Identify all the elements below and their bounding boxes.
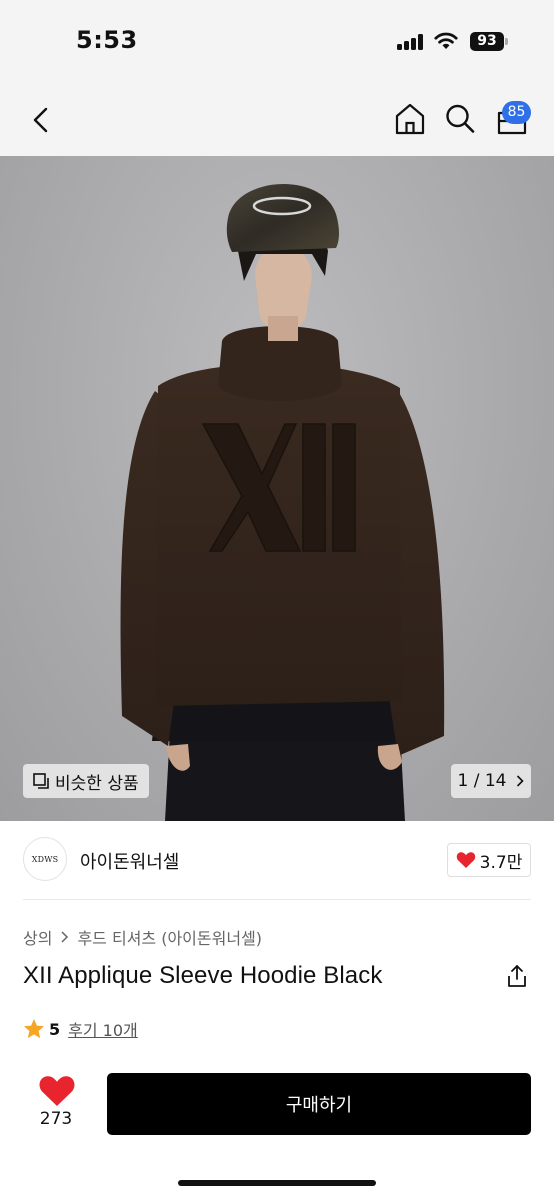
heart-icon	[456, 852, 475, 868]
star-icon	[24, 1019, 44, 1039]
rating: 5 후기 10개	[23, 1017, 138, 1041]
share-icon[interactable]	[506, 964, 528, 988]
back-icon[interactable]	[26, 104, 56, 136]
shop-name[interactable]: 아이돈워너셀	[80, 848, 179, 874]
shop-row[interactable]: XDWS 아이돈워너셀 3.7만	[0, 821, 554, 901]
breadcrumb-subcategory[interactable]: 후드 티셔츠 (아이돈워너셀)	[77, 925, 262, 949]
status-bar: 5:53 93	[0, 0, 554, 84]
rating-score: 5	[49, 1019, 61, 1039]
breadcrumb: 상의 후드 티셔츠 (아이돈워너셀)	[23, 925, 262, 949]
navigation-bar: 85	[0, 84, 554, 156]
image-counter-button[interactable]: 1 / 14	[451, 764, 531, 798]
like-count: 273	[39, 1109, 73, 1129]
battery-cap	[505, 38, 508, 45]
home-indicator	[178, 1180, 376, 1186]
similar-products-button[interactable]: 비슷한 상품	[23, 764, 149, 798]
shop-logo[interactable]: XDWS	[23, 837, 67, 881]
similar-products-label: 비슷한 상품	[55, 773, 139, 794]
buy-button[interactable]: 구매하기	[107, 1073, 531, 1135]
shop-like-count: 3.7만	[479, 852, 523, 873]
cellular-signal-icon	[397, 34, 425, 50]
divider	[23, 899, 531, 900]
breadcrumb-category[interactable]: 상의	[23, 925, 52, 949]
search-icon[interactable]	[444, 102, 476, 136]
chevron-right-icon	[517, 775, 525, 787]
shop-like-button[interactable]: 3.7만	[447, 843, 531, 877]
product-title: XII Applique Sleeve Hoodie Black	[23, 962, 383, 989]
home-icon[interactable]	[394, 102, 426, 136]
status-time: 5:53	[76, 26, 138, 54]
heart-icon[interactable]	[38, 1074, 76, 1108]
copy-icon	[33, 773, 49, 789]
reviews-link[interactable]: 후기 10개	[68, 1017, 138, 1041]
wifi-icon	[434, 32, 458, 49]
cart-badge: 85	[502, 101, 531, 124]
battery-indicator: 93	[470, 32, 504, 51]
chevron-right-icon	[61, 931, 69, 943]
product-image[interactable]: 비슷한 상품 1 / 14	[0, 156, 554, 821]
image-counter: 1 / 14	[457, 771, 507, 791]
product-photo	[120, 184, 445, 821]
